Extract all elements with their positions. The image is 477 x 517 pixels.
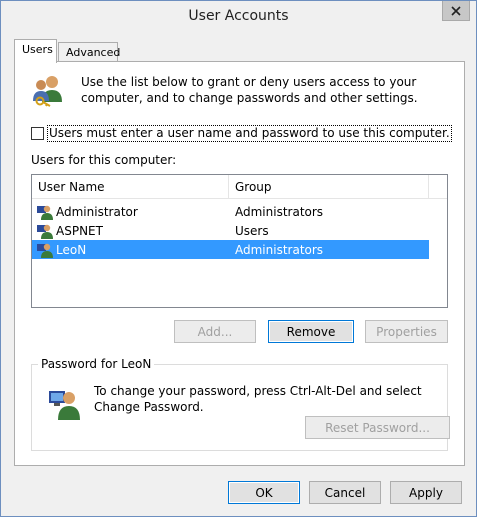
user-name-cell: LeoN (56, 242, 87, 257)
window-title: User Accounts (188, 8, 289, 24)
cancel-button[interactable]: Cancel (309, 481, 381, 504)
user-accounts-window: User Accounts Users Advanced Use the lis… (0, 0, 477, 517)
user-icon (37, 224, 53, 239)
column-header-user-name[interactable]: User Name (32, 175, 229, 199)
users-tab-panel: Use the list below to grant or deny user… (14, 61, 465, 466)
user-row-aspnet[interactable]: ASPNET Users (32, 221, 429, 240)
require-login-row[interactable]: Users must enter a user name and passwor… (31, 125, 452, 142)
tab-users-label: Users (22, 43, 53, 56)
require-login-checkbox[interactable] (31, 127, 44, 140)
user-group-cell: Users (235, 223, 269, 238)
ok-button[interactable]: OK (228, 481, 300, 504)
user-icon (37, 205, 53, 220)
user-group-cell: Administrators (235, 242, 324, 257)
user-row-administrator[interactable]: Administrator Administrators (32, 202, 429, 221)
user-computer-icon (49, 391, 80, 420)
tab-advanced[interactable]: Advanced (58, 42, 121, 62)
close-icon (451, 5, 461, 16)
properties-button[interactable]: Properties (365, 320, 448, 343)
tab-advanced-label: Advanced (66, 46, 121, 59)
user-row-leon[interactable]: LeoN Administrators (32, 240, 429, 259)
intro-description: Use the list below to grant or deny user… (81, 75, 418, 105)
users-listview[interactable]: User Name Group Administrator Administra… (31, 174, 448, 308)
require-login-label[interactable]: Users must enter a user name and passwor… (47, 125, 452, 142)
listview-header: User Name Group (32, 175, 447, 199)
column-header-group[interactable]: Group (229, 175, 429, 199)
apply-button[interactable]: Apply (390, 481, 462, 504)
password-groupbox: Password for LeoN To change your passwor… (31, 357, 450, 451)
remove-user-button[interactable]: Remove (268, 320, 354, 343)
user-group-cell: Administrators (235, 204, 324, 219)
user-name-cell: Administrator (56, 204, 138, 219)
password-description: To change your password, press Ctrl-Alt-… (94, 384, 422, 414)
title-bar[interactable]: User Accounts (1, 1, 476, 32)
users-list-label: Users for this computer: (31, 153, 177, 167)
close-button[interactable] (442, 1, 470, 21)
column-header-filler (429, 175, 447, 199)
add-user-button[interactable]: Add... (174, 320, 256, 343)
reset-password-button[interactable]: Reset Password... (305, 416, 450, 439)
users-keys-icon (33, 76, 62, 107)
password-groupbox-title: Password for LeoN (38, 357, 155, 371)
user-name-cell: ASPNET (56, 223, 103, 238)
tab-users[interactable]: Users (14, 39, 57, 63)
user-icon (37, 243, 53, 258)
